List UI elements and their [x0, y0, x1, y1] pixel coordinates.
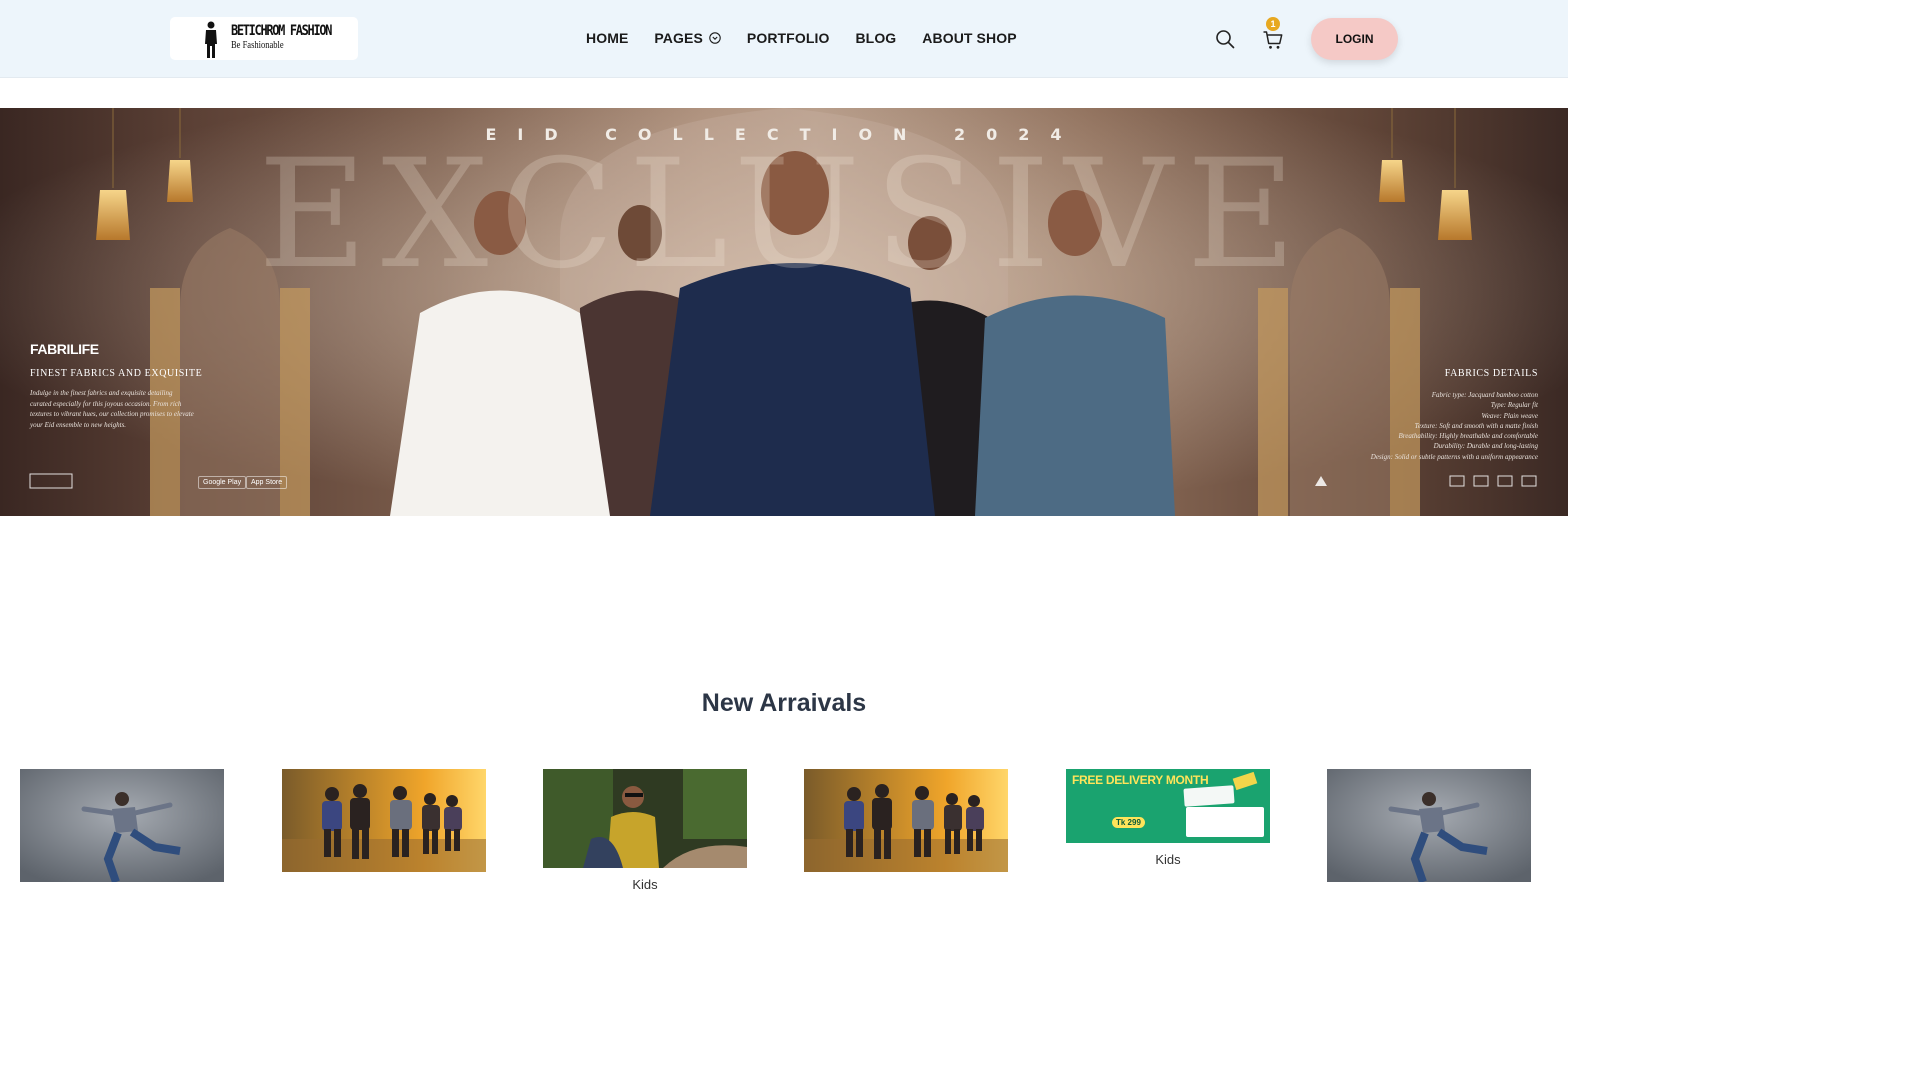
product-image[interactable]: FREE DELIVERY MONTH Tk 299	[1066, 769, 1270, 843]
search-icon[interactable]	[1215, 29, 1235, 49]
product-card[interactable]: Kids	[543, 769, 747, 892]
main-nav: HOME PAGES PORTFOLIO BLOG ABOUT SHOP	[586, 30, 1043, 46]
fabric-detail: Type: Regular fit	[1490, 401, 1538, 410]
product-image[interactable]	[282, 769, 486, 872]
banner-brand: FABRILIFE	[30, 341, 99, 357]
banner-big-word: EXCLUSIVE	[257, 128, 1311, 302]
nav-portfolio-label: PORTFOLIO	[746, 30, 830, 46]
nav-home[interactable]: HOME	[586, 30, 628, 46]
product-card[interactable]	[1327, 769, 1531, 882]
fabric-detail: Texture: Soft and smooth with a matte fi…	[1414, 421, 1538, 430]
banner-right-body: Fabric type: Jacquard bamboo cotton Type…	[1318, 390, 1538, 462]
app-store-badge[interactable]: App Store	[246, 476, 288, 489]
product-image[interactable]	[804, 769, 1008, 872]
fabric-detail: Breathability: Highly breathable and com…	[1398, 432, 1538, 441]
nav-pages[interactable]: PAGES	[654, 30, 721, 46]
nav-pages-label: PAGES	[654, 30, 703, 46]
banner-headline: EID COLLECTION 2024	[485, 125, 1083, 144]
product-card[interactable]: FREE DELIVERY MONTH Tk 299 Kids	[1066, 769, 1270, 867]
nav-blog[interactable]: BLOG	[855, 30, 896, 46]
fabric-detail: Fabric type: Jacquard bamboo cotton	[1431, 391, 1538, 399]
promo-price: Tk 299	[1112, 817, 1145, 828]
nav-about-shop[interactable]: ABOUT SHOP	[922, 30, 1016, 46]
logo-name: BETICHROM FASHION	[231, 23, 332, 39]
cart-count-badge: 1	[1266, 17, 1280, 31]
google-play-badge[interactable]: Google Play	[198, 476, 247, 489]
product-image[interactable]	[1327, 769, 1531, 882]
banner-left-body: Indulge in the finest fabrics and exquis…	[30, 389, 194, 429]
fabric-detail: Design: Solid or subtle patterns with a …	[1370, 452, 1538, 461]
product-label: Kids	[632, 877, 658, 892]
section-title-new-arrivals: New Arraivals	[701, 689, 867, 717]
fabric-detail: Weave: Plain weave	[1481, 411, 1539, 420]
hero-banner[interactable]: EXCLUSIVE EID COLLECTION 2024 FABRILIFE …	[0, 108, 1568, 516]
banner-left-title: FINEST FABRICS AND EXQUISITE	[30, 368, 203, 379]
login-button[interactable]: LOGIN	[1311, 18, 1398, 60]
product-card[interactable]	[20, 769, 224, 882]
nav-portfolio[interactable]: PORTFOLIO	[747, 30, 830, 46]
nav-blog-label: BLOG	[855, 30, 897, 46]
logo-tagline: Be Fashionable	[231, 40, 284, 51]
nav-home-label: HOME	[586, 30, 629, 46]
product-image[interactable]	[20, 769, 224, 882]
product-card[interactable]	[282, 769, 486, 872]
cart-icon[interactable]	[1262, 29, 1284, 51]
site-header: BETICHROM FASHION Be Fashionable HOME PA…	[0, 0, 1568, 78]
fabric-detail: Durability: Durable and long-lasting	[1433, 442, 1538, 451]
product-image[interactable]	[543, 769, 747, 868]
promo-title: FREE DELIVERY MONTH	[1072, 773, 1209, 787]
site-logo[interactable]: BETICHROM FASHION Be Fashionable	[170, 17, 358, 60]
product-label: Kids	[1155, 852, 1181, 867]
chevron-down-icon	[709, 32, 721, 44]
person-silhouette-icon	[205, 21, 217, 58]
nav-about-shop-label: ABOUT SHOP	[922, 30, 1017, 46]
banner-right-title: FABRICS DETAILS	[1444, 368, 1538, 379]
product-card[interactable]	[804, 769, 1008, 872]
